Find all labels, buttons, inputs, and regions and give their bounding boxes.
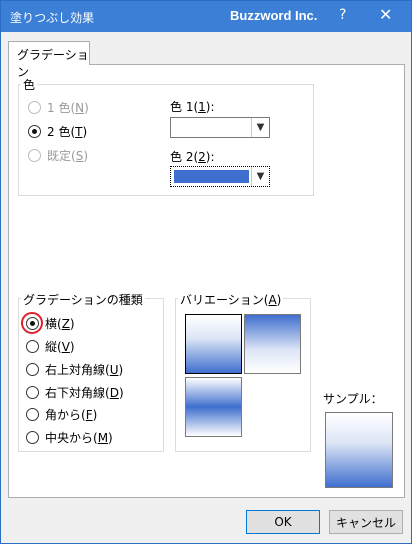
color2-swatch [174,170,249,183]
radio-vertical[interactable]: 縦(V) [26,338,75,354]
dialog-title: 塗りつぶし効果 [10,11,95,25]
radio-dot [28,148,41,162]
color1-dropdown[interactable]: ▼ [170,117,270,138]
radio-label: 縦(V) [45,339,75,354]
radio-from-center[interactable]: 中央から(M) [26,429,113,445]
color1-label: 色 1(1): [170,100,215,114]
radio-label: 角から(F) [45,407,98,422]
variation-label: バリエーション(A) [178,291,284,308]
variation-3[interactable] [185,377,242,437]
radio-dot [28,124,41,138]
help-icon[interactable]: ? [339,7,346,23]
radio-label: 右上対角線(U) [45,362,124,377]
variation-2[interactable] [244,314,301,374]
radio-dot [26,339,39,353]
radio-label: 横(Z) [45,316,75,331]
radio-label: 中央から(M) [45,430,113,445]
close-icon[interactable]: ✕ [379,5,392,24]
dialog-window: 塗りつぶし効果 Buzzword Inc. ? ✕ グラデーション 色 1 色(… [0,0,412,544]
sample-preview [325,412,393,488]
radio-from-corner[interactable]: 角から(F) [26,406,97,422]
radio-dot [26,362,39,376]
radio-diagonal-down[interactable]: 右下対角線(D) [26,384,124,400]
brand-label: Buzzword Inc. [230,8,318,23]
tab-gradient[interactable]: グラデーション [8,41,90,79]
radio-horizontal[interactable]: 横(Z) [26,315,75,331]
chevron-down-icon: ▼ [251,167,269,186]
variation-1[interactable] [185,314,242,374]
radio-label: 右下対角線(D) [45,385,124,400]
title-bar[interactable]: 塗りつぶし効果 Buzzword Inc. ? ✕ [1,1,411,32]
cancel-button[interactable]: キャンセル [329,510,403,534]
radio-two-colors[interactable]: 2 色(T) [28,123,87,139]
radio-dot [26,385,39,399]
radio-label: 既定(S) [47,148,88,163]
radio-label: 2 色(T) [47,124,88,139]
color1-swatch [174,121,249,134]
radio-dot [26,430,39,444]
color2-label: 色 2(2): [170,150,215,164]
radio-dot [28,100,41,114]
chevron-down-icon: ▼ [251,118,269,137]
gradient-type-label: グラデーションの種類 [21,291,145,308]
radio-preset[interactable]: 既定(S) [28,147,88,163]
color2-dropdown[interactable]: ▼ [170,166,270,187]
radio-dot [26,316,39,330]
radio-label: 1 色(N) [47,100,89,115]
radio-dot [26,407,39,421]
sample-label: サンプル： [323,392,383,406]
radio-one-color[interactable]: 1 色(N) [28,99,89,115]
radio-diagonal-up[interactable]: 右上対角線(U) [26,361,123,377]
ok-button[interactable]: OK [246,510,320,534]
